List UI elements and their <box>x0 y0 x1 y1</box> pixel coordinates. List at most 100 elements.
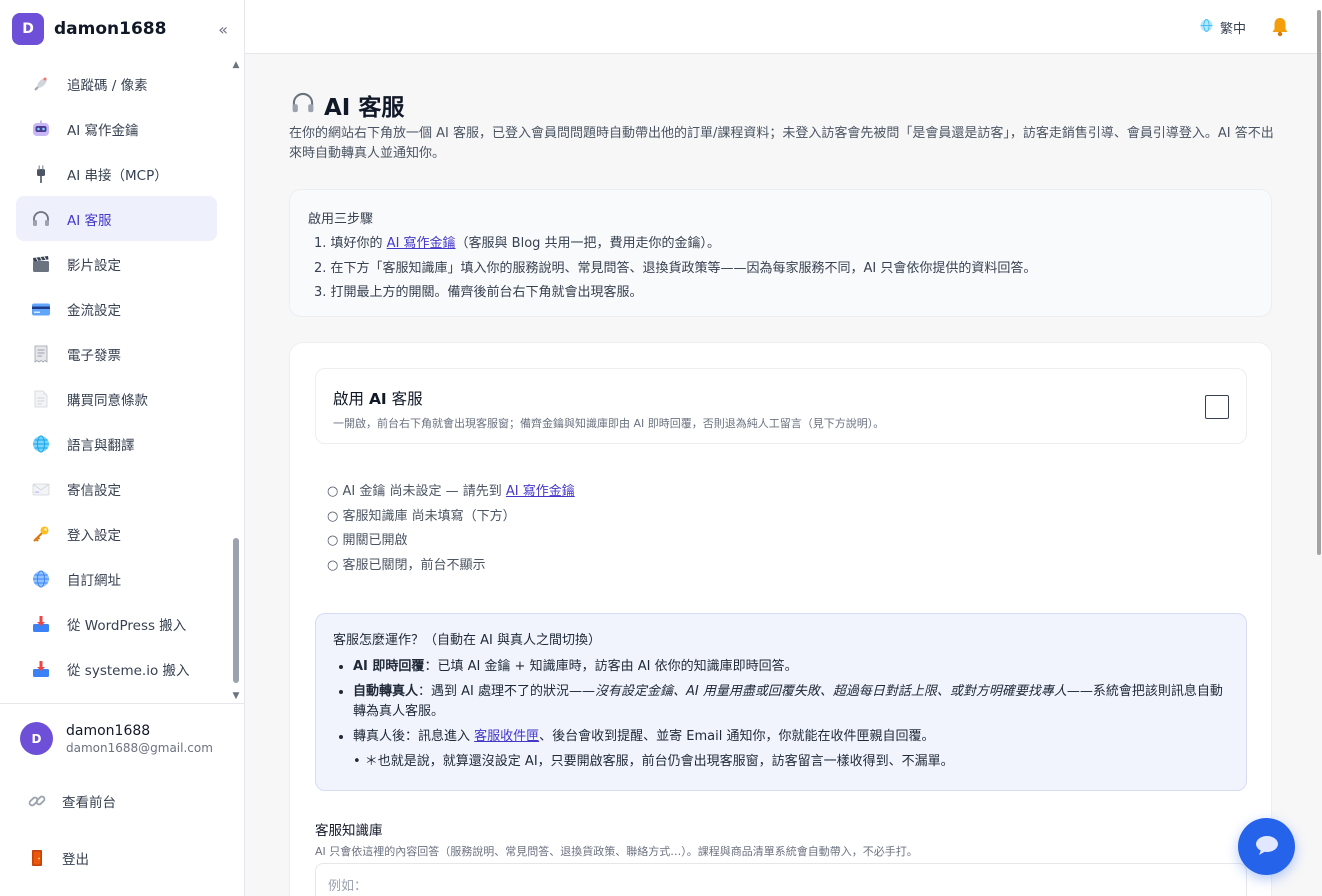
sidebar-item-login[interactable]: 登入設定 <box>16 511 217 556</box>
how-item: AI 即時回覆：已填 AI 金鑰 + 知識庫時，訪客由 AI 依你的知識庫即時回… <box>353 657 1229 677</box>
globe-grid-icon <box>30 568 52 590</box>
sidebar-item-purchase-terms[interactable]: 購買同意條款 <box>16 376 217 421</box>
document-icon <box>30 388 52 410</box>
headphones-icon <box>290 90 316 120</box>
how-it-works-title: 客服怎麼運作？（自動在 AI 與真人之間切換） <box>333 633 601 648</box>
plug-icon <box>30 163 52 185</box>
user-email: damon1688@gmail.com <box>66 740 213 755</box>
steps-title: 啟用三步驟 <box>308 212 374 227</box>
status-item-visibility: ○ 客服已關閉，前台不顯示 <box>327 557 486 573</box>
brand-avatar: D <box>12 13 44 45</box>
settings-card: 啟用 AI 客服 一開啟，前台右下角就會出現客服窗；備齊金鑰與知識庫即由 AI … <box>289 342 1272 896</box>
globe-icon <box>1199 18 1214 37</box>
page-title-row: AI 客服 <box>290 88 404 122</box>
sidebar-item-custom-domain[interactable]: 自訂網址 <box>16 556 217 601</box>
enable-title: 啟用 AI 客服 <box>333 390 423 408</box>
page-intro: 在你的網站右下角放一個 AI 客服，已登入會員問問題時自動帶出他的訂單/課程資料… <box>289 126 1274 161</box>
status-item-knowledge-base: ○ 客服知識庫 尚未填寫（下方） <box>327 508 516 524</box>
sidebar-item-label: 購買同意條款 <box>67 392 148 409</box>
sidebar-item-ai-support[interactable]: AI 客服 <box>16 196 217 241</box>
sidebar-item-import-systeme[interactable]: 從 systeme.io 搬入 <box>16 646 217 691</box>
how-item: 轉真人後：訊息進入 客服收件匣、後台會收到提醒、並寄 Email 通知你，你就能… <box>353 727 1229 747</box>
envelope-icon <box>30 478 52 500</box>
sidebar-item-import-wordpress[interactable]: 從 WordPress 搬入 <box>16 601 217 646</box>
globe-icon <box>30 433 52 455</box>
collapse-sidebar-button[interactable]: « <box>214 20 232 39</box>
sidebar-item-mcp[interactable]: AI 串接（MCP） <box>16 151 217 196</box>
brand-header: D damon1688 « <box>0 0 244 58</box>
sidebar-nav-scroll: 追蹤碼 / 像素 AI 寫作金鑰 AI 串接（MCP） AI 客服 影片設定 金… <box>0 58 245 703</box>
knowledge-base-label: 客服知識庫 <box>315 823 383 839</box>
notification-bell-icon[interactable] <box>1270 16 1290 42</box>
enable-description: 一開啟，前台右下角就會出現客服窗；備齊金鑰與知識庫即由 AI 即時回覆，否則退為… <box>333 417 885 430</box>
sidebar-scrollbar[interactable]: ▲ ▼ <box>231 58 241 703</box>
steps-list: 1. 填好你的 AI 寫作金鑰（客服與 Blog 共用一把，費用走你的金鑰）。 … <box>308 232 1253 306</box>
language-switcher[interactable]: 繁中 <box>1199 18 1246 37</box>
door-icon <box>26 847 48 869</box>
sidebar-item-tracking[interactable]: 追蹤碼 / 像素 <box>16 61 217 106</box>
scroll-down-arrow-icon[interactable]: ▼ <box>231 691 241 701</box>
how-item: 自動轉真人：遇到 AI 處理不了的狀況——沒有設定金鑰、AI 用量用盡或回覆失敗… <box>353 682 1229 722</box>
sidebar-item-label: 電子發票 <box>67 347 121 364</box>
ai-key-link[interactable]: AI 寫作金鑰 <box>506 484 575 499</box>
status-item-ai-key: ○ AI 金鑰 尚未設定 — 請先到 AI 寫作金鑰 <box>327 484 575 499</box>
sidebar-item-label: 從 WordPress 搬入 <box>67 617 187 634</box>
sidebar-item-ai-key[interactable]: AI 寫作金鑰 <box>16 106 217 151</box>
clapperboard-icon <box>30 253 52 275</box>
enable-ai-support-checkbox[interactable] <box>1205 395 1229 419</box>
inbox-tray-icon <box>30 613 52 635</box>
page-scrollbar[interactable] <box>1316 0 1322 560</box>
setup-steps-box: 啟用三步驟 1. 填好你的 AI 寫作金鑰（客服與 Blog 共用一把，費用走你… <box>289 189 1272 317</box>
sidebar-item-label: AI 串接（MCP） <box>67 167 168 184</box>
step-item: 3. 打開最上方的開關。備齊後前台右下角就會出現客服。 <box>314 285 643 300</box>
language-label: 繁中 <box>1219 22 1246 37</box>
avatar: D <box>20 722 53 755</box>
sidebar-item-label: 自訂網址 <box>67 572 121 589</box>
main-content: AI 客服 在你的網站右下角放一個 AI 客服，已登入會員問問題時自動帶出他的訂… <box>245 54 1316 896</box>
sidebar-item-label: 語言與翻譯 <box>67 437 135 454</box>
sidebar-item-payment[interactable]: 金流設定 <box>16 286 217 331</box>
sidebar-item-label: 金流設定 <box>67 302 121 319</box>
robot-icon <box>30 118 52 140</box>
sidebar: D damon1688 « 追蹤碼 / 像素 AI 寫作金鑰 AI 串接（MCP… <box>0 0 245 896</box>
chat-launcher-button[interactable] <box>1238 818 1295 875</box>
status-item-switch: ○ 開關已開啟 <box>327 533 408 549</box>
sidebar-item-video[interactable]: 影片設定 <box>16 241 217 286</box>
status-checklist: ○ AI 金鑰 尚未設定 — 請先到 AI 寫作金鑰 ○ 客服知識庫 尚未填寫（… <box>327 480 575 578</box>
sidebar-item-label: 寄信設定 <box>67 482 121 499</box>
sidebar-item-label: AI 客服 <box>67 212 112 229</box>
ai-key-link[interactable]: AI 寫作金鑰 <box>387 236 456 251</box>
sidebar-item-label: 影片設定 <box>67 257 121 274</box>
inbox-tray-icon <box>30 658 52 680</box>
scroll-up-arrow-icon[interactable]: ▲ <box>231 60 241 70</box>
knowledge-base-textarea[interactable]: 例如： <box>315 863 1247 896</box>
sidebar-item-mail[interactable]: 寄信設定 <box>16 466 217 511</box>
sidebar-item-label: AI 寫作金鑰 <box>67 122 139 139</box>
credit-card-icon <box>30 298 52 320</box>
page-scrollbar-thumb[interactable] <box>1317 10 1321 555</box>
link-icon <box>26 790 48 812</box>
sidebar-nav: 追蹤碼 / 像素 AI 寫作金鑰 AI 串接（MCP） AI 客服 影片設定 金… <box>16 61 217 691</box>
sidebar-item-einvoice[interactable]: 電子發票 <box>16 331 217 376</box>
sidebar-item-label: 追蹤碼 / 像素 <box>67 77 148 94</box>
logout-label: 登出 <box>62 852 89 868</box>
sidebar-scrollbar-thumb[interactable] <box>233 538 239 683</box>
how-it-works-box: 客服怎麼運作？（自動在 AI 與真人之間切換） AI 即時回覆：已填 AI 金鑰… <box>315 613 1247 791</box>
sidebar-item-language[interactable]: 語言與翻譯 <box>16 421 217 466</box>
brand-name: damon1688 <box>54 19 167 39</box>
enable-ai-support-toggle-box: 啟用 AI 客服 一開啟，前台右下角就會出現客服窗；備齊金鑰與知識庫即由 AI … <box>315 368 1247 444</box>
receipt-icon <box>30 343 52 365</box>
sidebar-divider <box>0 703 245 704</box>
support-inbox-link[interactable]: 客服收件匣 <box>474 729 539 744</box>
user-profile[interactable]: D damon1688 damon1688@gmail.com <box>20 722 213 755</box>
sidebar-item-label: 從 systeme.io 搬入 <box>67 662 190 679</box>
view-frontend-label: 查看前台 <box>62 795 116 811</box>
how-note: • ＊也就是說，就算還沒設定 AI，只要開啟客服，前台仍會出現客服窗，訪客留言一… <box>353 754 954 769</box>
logout-link[interactable]: 登出 <box>26 847 89 869</box>
headphones-icon <box>30 208 52 230</box>
page-title: AI 客服 <box>324 95 405 121</box>
sidebar-item-label: 登入設定 <box>67 527 121 544</box>
user-name: damon1688 <box>66 722 151 739</box>
view-frontend-link[interactable]: 查看前台 <box>26 790 116 812</box>
chat-bubble-icon <box>1254 834 1280 860</box>
